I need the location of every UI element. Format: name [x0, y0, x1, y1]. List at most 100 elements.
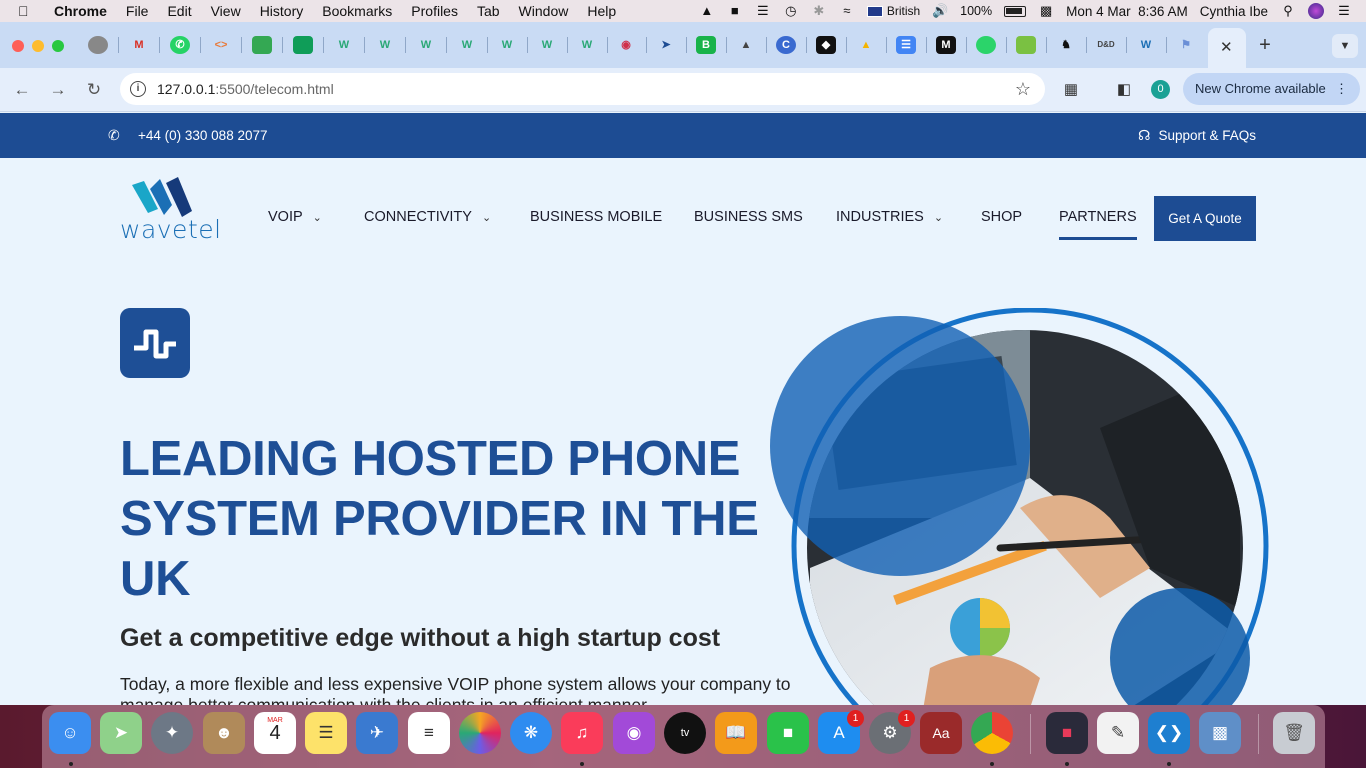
- wifi-icon[interactable]: ≈: [839, 4, 855, 18]
- menubar-datetime[interactable]: Mon 4 Mar 8:36 AM: [1066, 4, 1188, 19]
- url-text[interactable]: 127.0.0.1:5500/telecom.html: [157, 81, 334, 97]
- photos-icon[interactable]: [459, 712, 501, 754]
- tab-chess-icon[interactable]: ♞: [1056, 36, 1076, 54]
- nav-partners[interactable]: PARTNERS: [1059, 209, 1137, 240]
- site-info-icon[interactable]: i: [130, 81, 146, 97]
- spotlight-search-icon[interactable]: ⚲: [1280, 4, 1296, 18]
- notes-icon[interactable]: ☰: [305, 712, 347, 754]
- tab-flag-icon[interactable]: ⚑: [1176, 36, 1196, 54]
- support-link[interactable]: ☊ Support & FAQs: [1138, 127, 1256, 144]
- menu-tab[interactable]: Tab: [477, 3, 500, 19]
- menu-history[interactable]: History: [260, 3, 304, 19]
- menu-file[interactable]: File: [126, 3, 149, 19]
- tab-cube-icon[interactable]: ◆: [816, 36, 836, 54]
- control-center-icon[interactable]: ▩: [1038, 4, 1054, 18]
- nav-connectivity[interactable]: CONNECTIVITY ⌄: [364, 209, 491, 225]
- profile-avatar[interactable]: 0: [1151, 80, 1170, 99]
- battery-icon[interactable]: [1004, 5, 1027, 17]
- menu-app-name[interactable]: Chrome: [54, 3, 107, 19]
- more-menu-icon[interactable]: ⋮: [1335, 73, 1348, 105]
- podcasts-icon[interactable]: ◉: [613, 712, 655, 754]
- calendar-icon[interactable]: MAR 4: [254, 712, 296, 754]
- menu-bookmarks[interactable]: Bookmarks: [322, 3, 392, 19]
- keyboard-layout[interactable]: British: [866, 4, 920, 18]
- tab-image-icon[interactable]: [293, 36, 313, 54]
- address-bar[interactable]: i 127.0.0.1:5500/telecom.html ☆: [120, 73, 1045, 105]
- tab-code-icon[interactable]: <>: [211, 36, 231, 54]
- extensions-icon[interactable]: ▦: [1060, 79, 1082, 101]
- tab-docs-icon[interactable]: ☰: [896, 36, 916, 54]
- tab-whatsapp-icon[interactable]: ✆: [170, 36, 190, 54]
- tab-drive-icon[interactable]: ▲: [856, 36, 876, 54]
- books-icon[interactable]: 📖: [715, 712, 757, 754]
- contacts-icon[interactable]: ☻: [203, 712, 245, 754]
- chrome-icon[interactable]: [971, 712, 1013, 754]
- menu-window[interactable]: Window: [519, 3, 569, 19]
- tab-palette-icon[interactable]: ◉: [616, 36, 636, 54]
- facetime-icon[interactable]: ■: [767, 712, 809, 754]
- tab-green-icon[interactable]: B: [696, 36, 716, 54]
- phone-contact[interactable]: ✆ +44 (0) 330 088 2077: [108, 127, 267, 143]
- chrome-update-button[interactable]: New Chrome available ⋮: [1183, 73, 1360, 105]
- reload-button[interactable]: ↻: [83, 79, 105, 101]
- back-button[interactable]: ←: [11, 79, 33, 101]
- vscode-icon[interactable]: ❮❯: [1148, 712, 1190, 754]
- menu-profiles[interactable]: Profiles: [411, 3, 458, 19]
- minimize-window-button[interactable]: [32, 40, 44, 52]
- finder-icon[interactable]: ☺: [49, 712, 91, 754]
- tab-bird-icon[interactable]: ➤: [656, 36, 676, 54]
- tab-gmail-icon[interactable]: M: [129, 36, 149, 54]
- tab-w-icon-1[interactable]: W: [334, 36, 354, 54]
- preview-icon[interactable]: ✈: [356, 712, 398, 754]
- forward-button[interactable]: →: [47, 79, 69, 101]
- tab-w-icon-2[interactable]: W: [375, 36, 395, 54]
- drive-icon[interactable]: ▲: [699, 4, 715, 18]
- tab-w-icon-7[interactable]: W: [577, 36, 597, 54]
- tab-c-icon[interactable]: C: [776, 36, 796, 54]
- trash-icon[interactable]: 🗑: [1273, 712, 1315, 754]
- tab-green-circle-icon[interactable]: [976, 36, 996, 54]
- nav-shop[interactable]: SHOP: [981, 209, 1022, 225]
- dictionary-icon[interactable]: Aa: [920, 712, 962, 754]
- volume-icon[interactable]: 🔊: [932, 4, 948, 18]
- menu-view[interactable]: View: [211, 3, 241, 19]
- apple-tv-icon[interactable]: tv: [664, 712, 706, 754]
- tab-w-icon-6[interactable]: W: [537, 36, 557, 54]
- side-panel-icon[interactable]: ◧: [1113, 79, 1135, 101]
- music-icon[interactable]: ♫: [561, 712, 603, 754]
- video-icon[interactable]: ■: [727, 4, 743, 18]
- tab-chrome-icon[interactable]: [88, 36, 108, 54]
- preview-photos-icon[interactable]: ▩: [1199, 712, 1241, 754]
- nav-business-mobile[interactable]: BUSINESS MOBILE: [530, 209, 662, 225]
- notification-center-icon[interactable]: ☰: [1336, 4, 1352, 18]
- bookmark-star-icon[interactable]: ☆: [1015, 79, 1031, 100]
- new-tab-button[interactable]: +: [1255, 34, 1275, 57]
- tab-db-icon[interactable]: D&D: [1096, 36, 1116, 54]
- sync-icon[interactable]: ☰: [755, 4, 771, 18]
- tab-grad-icon[interactable]: ▲: [736, 36, 756, 54]
- menu-edit[interactable]: Edit: [167, 3, 191, 19]
- bluetooth-icon[interactable]: ✱: [811, 4, 827, 18]
- tab-medium-icon[interactable]: M: [936, 36, 956, 54]
- nav-business-sms[interactable]: BUSINESS SMS: [694, 209, 803, 225]
- launchpad-icon[interactable]: ✦: [151, 712, 193, 754]
- tab-search-button[interactable]: ▼: [1332, 34, 1358, 58]
- tab-w-icon-5[interactable]: W: [497, 36, 517, 54]
- maps-icon[interactable]: ➤: [100, 712, 142, 754]
- tab-meet-icon[interactable]: [252, 36, 272, 54]
- close-window-button[interactable]: [12, 40, 24, 52]
- zoom-window-button[interactable]: [52, 40, 64, 52]
- tab-w-icon-3[interactable]: W: [416, 36, 436, 54]
- nav-industries[interactable]: INDUSTRIES ⌄: [836, 209, 943, 225]
- tab-game-icon[interactable]: [1016, 36, 1036, 54]
- safari-icon[interactable]: ❋: [510, 712, 552, 754]
- screen-recorder-icon[interactable]: ■: [1046, 712, 1088, 754]
- logo-wordmark[interactable]: wavetel: [120, 215, 222, 244]
- close-tab-icon[interactable]: ✕: [1220, 38, 1233, 56]
- phone-number[interactable]: +44 (0) 330 088 2077: [138, 128, 267, 143]
- active-tab[interactable]: ✕: [1208, 28, 1246, 68]
- get-a-quote-button[interactable]: Get A Quote: [1154, 196, 1256, 241]
- reminders-icon[interactable]: ≡: [408, 712, 450, 754]
- tab-wavetel-icon[interactable]: W: [1136, 36, 1156, 54]
- textedit-icon[interactable]: ✎: [1097, 712, 1139, 754]
